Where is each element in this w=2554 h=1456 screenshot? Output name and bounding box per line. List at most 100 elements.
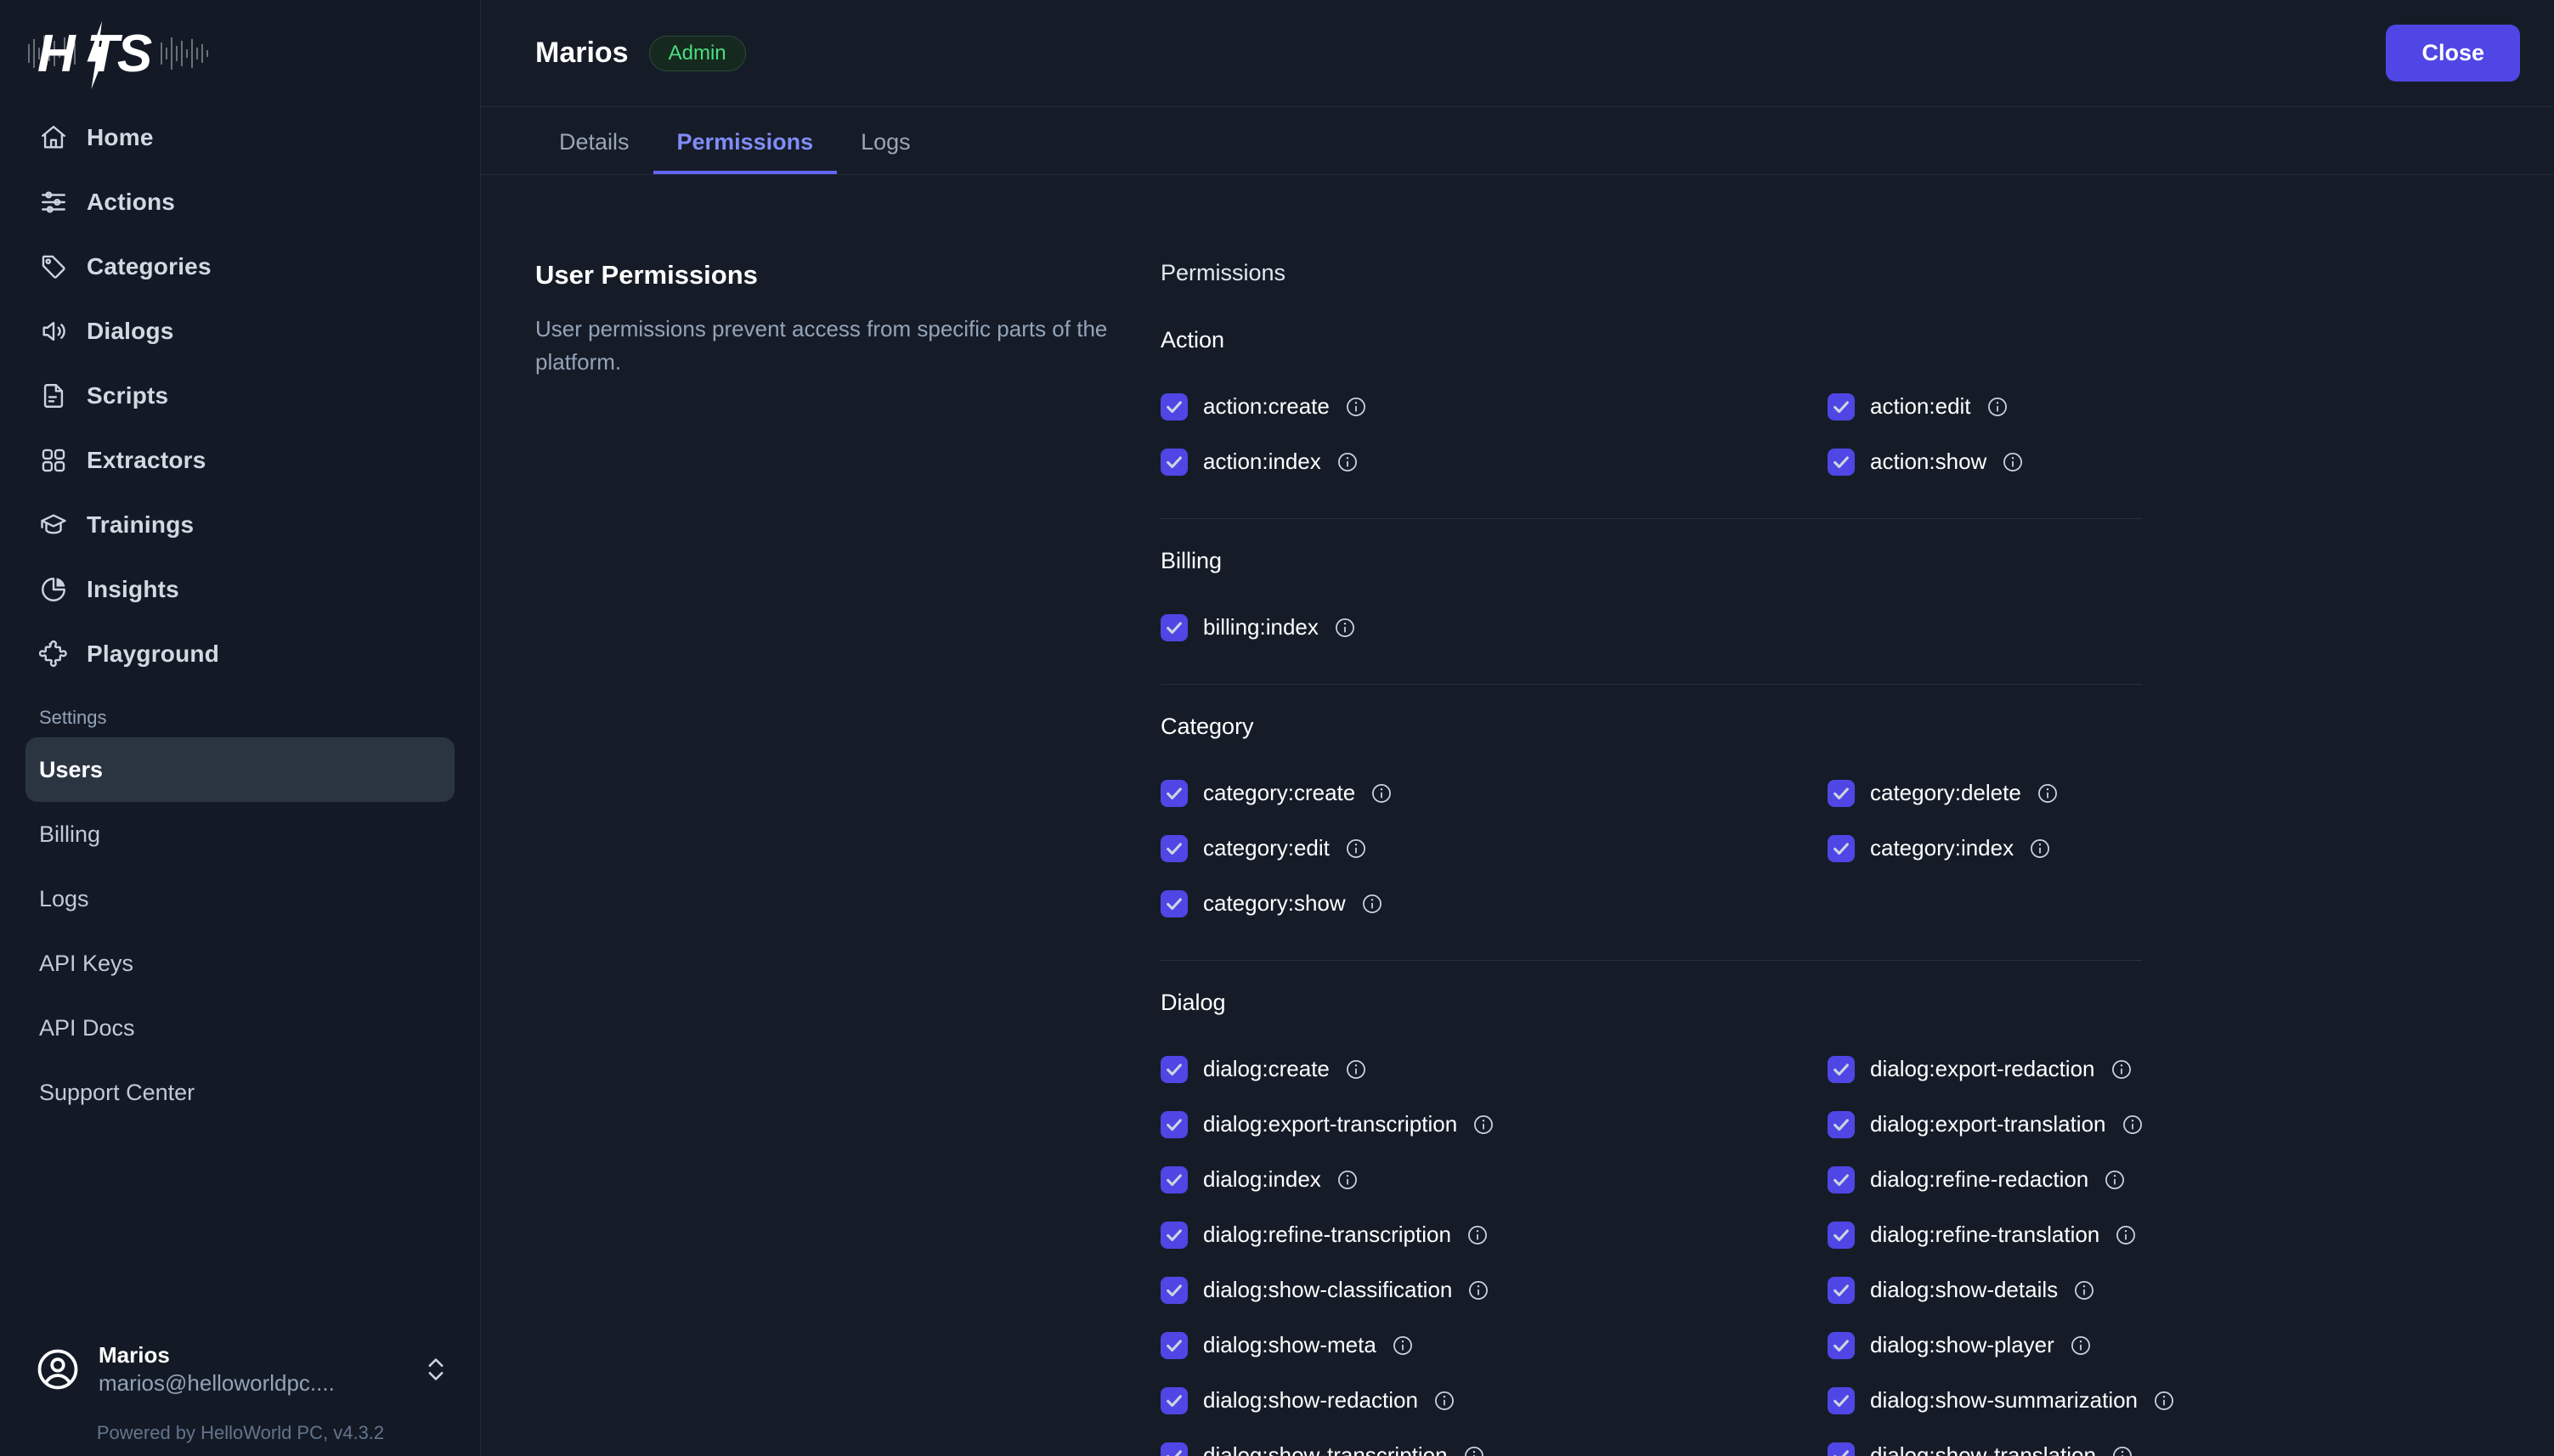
checkbox-checked-icon[interactable] [1828,1110,1855,1138]
info-icon[interactable] [2110,1058,2133,1081]
checkbox-checked-icon[interactable] [1161,1276,1188,1304]
checkbox-checked-icon[interactable] [1828,448,1855,476]
checkbox-checked-icon[interactable] [1161,1386,1188,1414]
info-icon[interactable] [1466,1224,1489,1246]
info-icon[interactable] [2029,838,2051,860]
permission-item[interactable]: dialog:show-details [1828,1262,2495,1318]
permission-item[interactable]: dialog:refine-redaction [1828,1152,2495,1207]
permission-item[interactable]: action:create [1161,379,1828,434]
tab-permissions[interactable]: Permissions [653,131,838,174]
info-icon[interactable] [2111,1445,2133,1456]
info-icon[interactable] [2122,1114,2144,1136]
checkbox-checked-icon[interactable] [1161,1055,1188,1083]
checkbox-checked-icon[interactable] [1828,779,1855,807]
info-icon[interactable] [1345,1058,1367,1081]
tab-logs[interactable]: Logs [837,131,935,174]
info-icon[interactable] [1334,617,1356,639]
permission-item[interactable]: dialog:show-redaction [1161,1373,1828,1428]
sidebar-item-scripts[interactable]: Scripts [25,364,455,428]
sidebar-item-actions[interactable]: Actions [25,170,455,234]
tab-details[interactable]: Details [535,131,653,174]
sidebar-item-dialogs[interactable]: Dialogs [25,299,455,364]
info-icon[interactable] [2070,1335,2092,1357]
permission-item[interactable]: action:index [1161,434,1828,489]
permission-item[interactable]: dialog:show-summarization [1828,1373,2495,1428]
permission-item[interactable]: dialog:create [1161,1041,1828,1097]
checkbox-checked-icon[interactable] [1828,1221,1855,1249]
info-icon[interactable] [2037,782,2059,804]
permission-item[interactable]: category:index [1828,821,2495,876]
sidebar-item-home[interactable]: Home [25,105,455,170]
checkbox-checked-icon[interactable] [1828,1331,1855,1359]
info-icon[interactable] [1345,838,1367,860]
checkbox-checked-icon[interactable] [1161,889,1188,917]
permission-item[interactable]: dialog:export-redaction [1828,1041,2495,1097]
permission-item[interactable]: dialog:show-meta [1161,1318,1828,1373]
info-icon[interactable] [1463,1445,1485,1456]
checkbox-checked-icon[interactable] [1828,1165,1855,1194]
info-icon[interactable] [1370,782,1393,804]
checkbox-checked-icon[interactable] [1828,1276,1855,1304]
sidebar-item-trainings[interactable]: Trainings [25,493,455,557]
permission-item[interactable]: billing:index [1161,600,1828,655]
chevron-up-down-icon[interactable] [425,1352,447,1386]
close-button[interactable]: Close [2386,25,2520,82]
checkbox-checked-icon[interactable] [1161,448,1188,476]
sidebar-item-insights[interactable]: Insights [25,557,455,622]
permission-item[interactable]: dialog:show-player [1828,1318,2495,1373]
checkbox-checked-icon[interactable] [1828,1442,1855,1456]
checkbox-checked-icon[interactable] [1161,1221,1188,1249]
permission-item[interactable]: category:delete [1828,765,2495,821]
checkbox-checked-icon[interactable] [1828,1386,1855,1414]
permission-item[interactable]: action:show [1828,434,2495,489]
permission-item[interactable]: dialog:export-translation [1828,1097,2495,1152]
info-icon[interactable] [2104,1169,2126,1191]
sidebar-item-api-keys[interactable]: API Keys [25,931,455,996]
permission-item[interactable]: dialog:refine-translation [1828,1207,2495,1262]
info-icon[interactable] [2115,1224,2137,1246]
info-icon[interactable] [1361,893,1383,915]
checkbox-checked-icon[interactable] [1161,1442,1188,1456]
info-icon[interactable] [1392,1335,1414,1357]
info-icon[interactable] [2153,1390,2175,1412]
info-icon[interactable] [1472,1114,1495,1136]
info-icon[interactable] [1986,396,2009,418]
checkbox-checked-icon[interactable] [1828,834,1855,862]
permission-item[interactable]: dialog:show-translation [1828,1428,2495,1456]
info-icon[interactable] [2002,451,2024,473]
sidebar-item-extractors[interactable]: Extractors [25,428,455,493]
info-icon[interactable] [1345,396,1367,418]
checkbox-checked-icon[interactable] [1161,1331,1188,1359]
sidebar-item-api-docs[interactable]: API Docs [25,996,455,1060]
sidebar-item-support-center[interactable]: Support Center [25,1060,455,1125]
checkbox-checked-icon[interactable] [1161,1110,1188,1138]
permission-item[interactable]: dialog:show-classification [1161,1262,1828,1318]
sidebar-item-billing[interactable]: Billing [25,802,455,866]
info-icon[interactable] [1336,451,1359,473]
checkbox-checked-icon[interactable] [1161,779,1188,807]
info-icon[interactable] [1467,1279,1489,1301]
permission-item[interactable]: dialog:index [1161,1152,1828,1207]
logo[interactable]: H TS [0,0,480,100]
info-icon[interactable] [1433,1390,1455,1412]
checkbox-checked-icon[interactable] [1161,834,1188,862]
info-icon[interactable] [1336,1169,1359,1191]
sidebar-item-categories[interactable]: Categories [25,234,455,299]
permission-item[interactable]: category:edit [1161,821,1828,876]
checkbox-checked-icon[interactable] [1161,613,1188,641]
sidebar-item-users[interactable]: Users [25,737,455,802]
checkbox-checked-icon[interactable] [1161,392,1188,420]
checkbox-checked-icon[interactable] [1828,1055,1855,1083]
permission-item[interactable]: action:edit [1828,379,2495,434]
checkbox-checked-icon[interactable] [1828,392,1855,420]
permission-item[interactable]: dialog:export-transcription [1161,1097,1828,1152]
user-account-switcher[interactable]: Marios marios@helloworldpc.... [0,1341,481,1397]
permission-item[interactable]: dialog:show-transcription [1161,1428,1828,1456]
sidebar-item-playground[interactable]: Playground [25,622,455,686]
info-icon[interactable] [2073,1279,2095,1301]
checkbox-checked-icon[interactable] [1161,1165,1188,1194]
permission-item[interactable]: category:show [1161,876,1828,931]
permission-item[interactable]: category:create [1161,765,1828,821]
permission-item[interactable]: dialog:refine-transcription [1161,1207,1828,1262]
sidebar-item-logs[interactable]: Logs [25,866,455,931]
